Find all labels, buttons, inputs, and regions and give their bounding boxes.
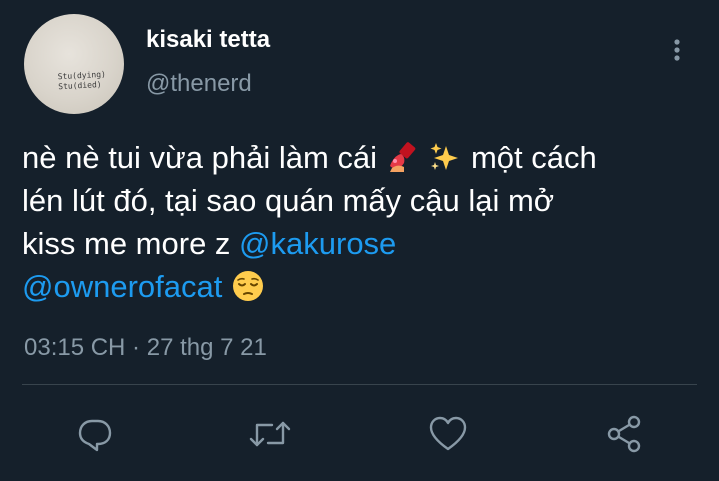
share-button[interactable] [602, 412, 646, 456]
tweet-text: nè nè tui vừa phải làm cái một cách lén … [22, 136, 702, 308]
tweet-line-1: nè nè tui vừa phải làm cái một cách [22, 136, 702, 179]
tweet-text-segment: một cách [470, 140, 597, 175]
tweet-line-3: kiss me more z @kakurose [22, 222, 702, 265]
avatar-shirt-text: Stu(dying) Stu(died) [57, 69, 107, 92]
user-handle[interactable]: @thenerd [146, 70, 252, 98]
sparkles-emoji [428, 140, 462, 174]
pensive-face-emoji [231, 269, 265, 303]
more-options-icon[interactable] [667, 36, 687, 64]
tweet-text-segment: kiss me more z [22, 226, 231, 261]
mention-link[interactable]: @kakurose [239, 226, 396, 261]
display-name[interactable]: kisaki tetta [146, 26, 270, 54]
reply-icon [78, 419, 112, 452]
share-icon [607, 415, 641, 453]
tweet-line-4: @ownerofacat [22, 265, 702, 308]
tweet-timestamp[interactable]: 03:15 CH · 27 thg 7 21 [24, 334, 267, 362]
tweet-line-2: lén lút đó, tại sao quán mấy cậu lại mở [22, 183, 555, 218]
divider [22, 384, 697, 385]
heart-icon [429, 416, 467, 451]
reply-button[interactable] [73, 412, 117, 456]
mention-link[interactable]: @ownerofacat [22, 269, 222, 304]
avatar[interactable]: Stu(dying) Stu(died) [24, 14, 124, 114]
nail-polish-emoji [386, 140, 420, 174]
like-button[interactable] [426, 412, 470, 456]
tweet-text-segment: nè nè tui vừa phải làm cái [22, 140, 378, 175]
retweet-icon [249, 421, 291, 447]
retweet-button[interactable] [248, 412, 292, 456]
